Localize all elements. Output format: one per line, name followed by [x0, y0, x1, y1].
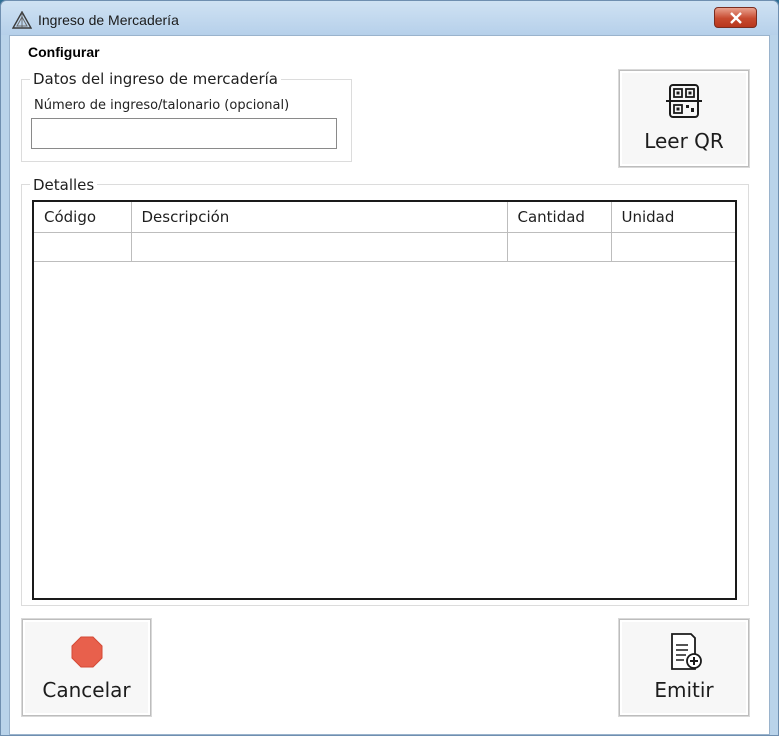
qr-scan-icon [666, 84, 702, 118]
detalles-grid[interactable]: Código Descripción Cantidad Unidad [32, 200, 737, 600]
form-client-area: Configurar Datos del ingreso de mercader… [9, 35, 770, 735]
detalles-legend: Detalles [30, 176, 98, 194]
close-x-icon [729, 11, 742, 24]
stop-octagon-icon [71, 636, 102, 668]
leer-qr-button[interactable]: Leer QR [619, 70, 749, 167]
cell-cantidad[interactable] [507, 232, 612, 262]
menu-configurar[interactable]: Configurar [28, 44, 100, 60]
column-header-unidad[interactable]: Unidad [611, 202, 735, 233]
cell-descripcion[interactable] [131, 232, 508, 262]
column-header-descripcion[interactable]: Descripción [131, 202, 508, 233]
datos-legend: Datos del ingreso de mercadería [30, 70, 282, 88]
emitir-label: Emitir [654, 678, 714, 702]
column-header-cantidad[interactable]: Cantidad [507, 202, 612, 233]
emitir-button[interactable]: Emitir [619, 619, 749, 716]
window: Ingreso de Mercadería Configurar Datos d… [0, 0, 779, 736]
cell-codigo[interactable] [34, 232, 132, 262]
cancelar-label: Cancelar [42, 678, 131, 702]
column-header-codigo[interactable]: Código [34, 202, 132, 233]
table-row[interactable] [34, 232, 735, 262]
numero-ingreso-label: Número de ingreso/talonario (opcional) [34, 98, 290, 113]
window-title: Ingreso de Mercadería [38, 12, 179, 28]
cell-unidad[interactable] [611, 232, 735, 262]
leer-qr-label: Leer QR [644, 129, 724, 153]
cancelar-button[interactable]: Cancelar [22, 619, 151, 716]
close-button[interactable] [714, 7, 757, 28]
detalles-table: Código Descripción Cantidad Unidad [34, 202, 735, 262]
title-bar[interactable]: Ingreso de Mercadería [1, 1, 778, 35]
app-logo-icon [12, 11, 32, 29]
table-header-row: Código Descripción Cantidad Unidad [34, 202, 735, 233]
document-add-icon [671, 633, 702, 670]
numero-ingreso-input[interactable] [31, 118, 337, 149]
